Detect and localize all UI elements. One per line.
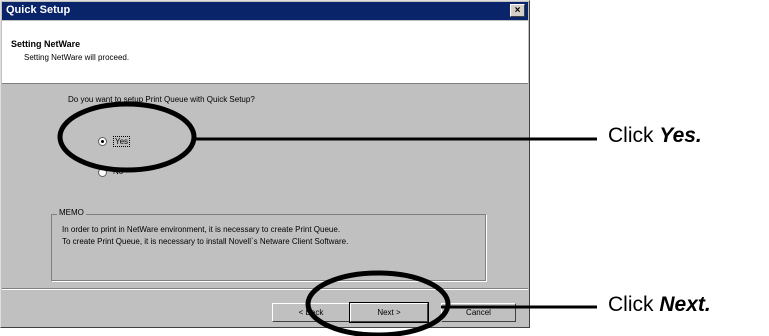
radio-button-yes[interactable] <box>98 137 107 146</box>
callout-next-emphasis: Next. <box>659 293 711 316</box>
cancel-button[interactable]: Cancel <box>441 303 516 322</box>
title-bar: Quick Setup × <box>2 2 528 20</box>
memo-legend: MEMO <box>57 208 86 217</box>
callout-click-next: Click Next. <box>608 293 711 317</box>
callout-next-prefix: Click <box>608 293 660 316</box>
radio-label-no[interactable]: No <box>113 167 123 176</box>
memo-line-2: To create Print Queue, it is necessary t… <box>62 237 349 246</box>
back-button[interactable]: < Back <box>272 303 350 322</box>
quick-setup-dialog: Quick Setup × Setting NetWare Setting Ne… <box>0 0 530 328</box>
memo-line-1: In order to print in NetWare environment… <box>62 225 341 234</box>
radio-button-no[interactable] <box>98 168 107 177</box>
callout-click-yes: Click Yes. <box>608 124 702 148</box>
question-text: Do you want to setup Print Queue with Qu… <box>68 95 255 104</box>
next-button[interactable]: Next > <box>349 302 429 323</box>
footer-separator <box>2 288 528 290</box>
wizard-header: Setting NetWare Setting NetWare will pro… <box>2 21 528 84</box>
header-title: Setting NetWare <box>11 39 81 49</box>
close-button[interactable]: × <box>510 4 525 17</box>
header-subtitle: Setting NetWare will proceed. <box>24 53 130 62</box>
callout-yes-prefix: Click <box>608 124 660 147</box>
window-title: Quick Setup <box>6 4 71 16</box>
callout-yes-emphasis: Yes. <box>659 124 702 147</box>
radio-selected-dot <box>101 140 104 143</box>
radio-label-yes[interactable]: Yes <box>113 136 131 147</box>
